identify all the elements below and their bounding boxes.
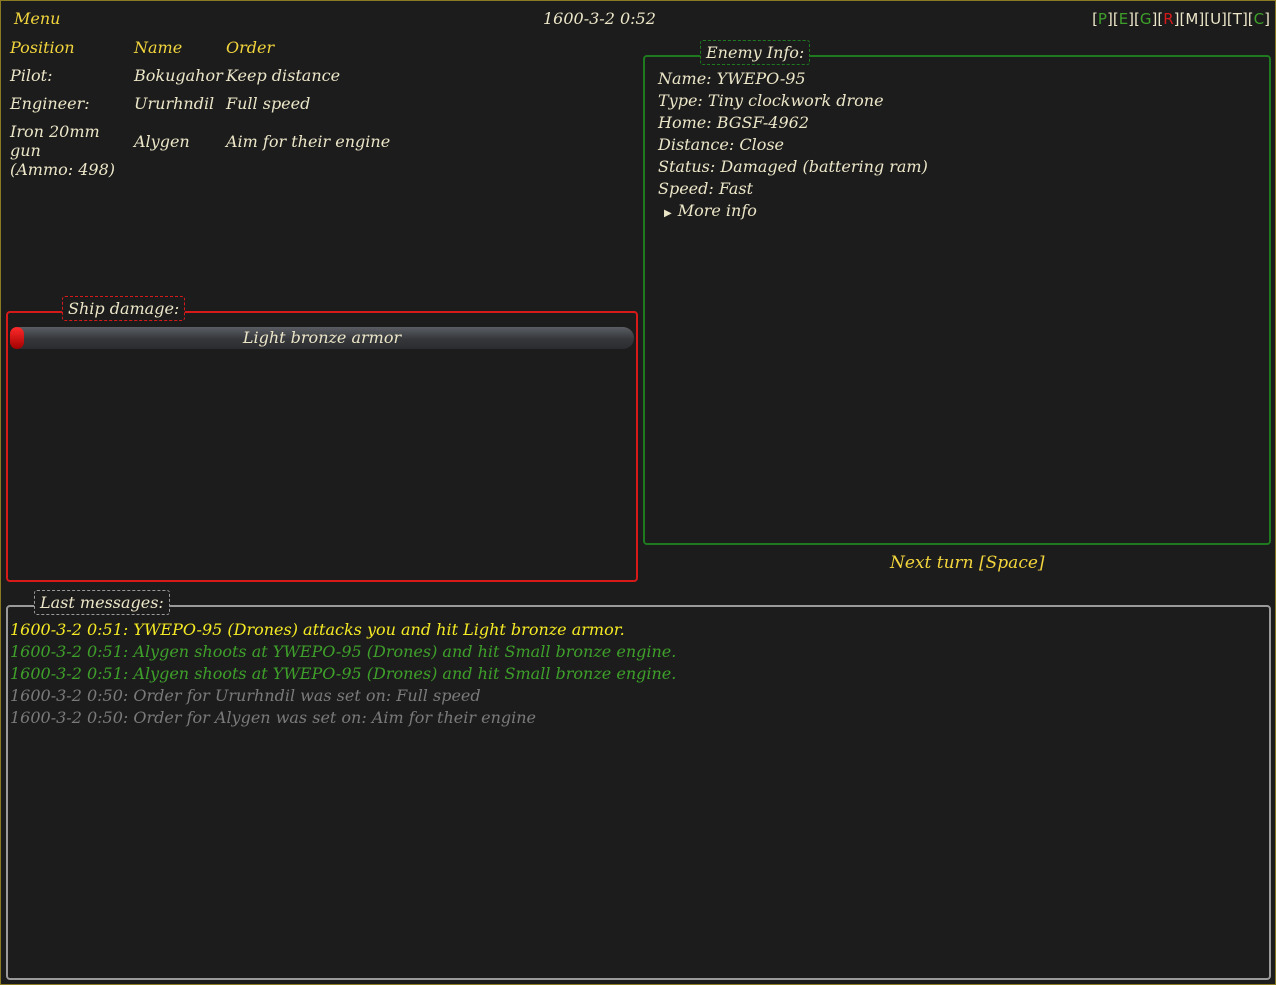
hotkey-u-button[interactable]: U (1210, 10, 1221, 28)
column-header-name: Name (134, 38, 183, 57)
next-turn-button[interactable]: Next turn [Space] (890, 553, 1045, 573)
game-datetime: 1600-3-2 0:52 (543, 9, 656, 28)
message-item: 1600-3-2 0:50: Order for Alygen was set … (10, 708, 537, 727)
gun-ammo: (Ammo: 498) (10, 160, 116, 179)
top-hotkeys: [P][E][G][R][M][U][T][C] (1092, 10, 1270, 28)
more-info-label: More info (677, 201, 757, 220)
menu-button[interactable]: Menu (14, 9, 60, 28)
hotkey-c-button[interactable]: C (1254, 10, 1264, 28)
crew-order-link[interactable]: Keep distance (226, 66, 426, 85)
column-header-position: Position (10, 38, 75, 57)
more-info-toggle[interactable]: ▶ More info (658, 200, 928, 225)
module-name-label: Light bronze armor (242, 328, 402, 347)
crew-order-link[interactable]: Aim for their engine (226, 132, 426, 151)
crew-name-link[interactable]: Ururhndil (134, 94, 224, 113)
expand-triangle-icon: ▶ (664, 208, 672, 219)
hotkey-m-button[interactable]: M (1185, 10, 1198, 28)
message-item: 1600-3-2 0:51: Alygen shoots at YWEPO-95… (10, 642, 677, 661)
enemy-type: Type: Tiny clockwork drone (658, 91, 884, 110)
hotkey-engineer-button[interactable]: E (1119, 10, 1128, 28)
hotkey-t-button[interactable]: T (1233, 10, 1242, 28)
message-item: 1600-3-2 0:50: Order for Ururhndil was s… (10, 686, 481, 705)
module-damage-bar[interactable]: Light bronze armor (10, 327, 634, 349)
crew-position: Engineer: (10, 94, 90, 113)
last-messages-title: Last messages: (34, 590, 170, 615)
last-messages-panel: Last messages: 1600-3-2 0:51: YWEPO-95 (… (6, 590, 1271, 980)
message-item: 1600-3-2 0:51: YWEPO-95 (Drones) attacks… (10, 620, 625, 639)
crew-name-link[interactable]: Alygen (134, 132, 224, 151)
column-header-order: Order (226, 38, 275, 57)
message-item: 1600-3-2 0:51: Alygen shoots at YWEPO-95… (10, 664, 677, 683)
enemy-info-lines: Name: YWEPO-95 Type: Tiny clockwork dron… (658, 68, 928, 225)
enemy-info-title: Enemy Info: (700, 40, 811, 65)
crew-order-link[interactable]: Full speed (226, 94, 426, 113)
enemy-info-panel: Enemy Info: Name: YWEPO-95 Type: Tiny cl… (643, 40, 1271, 545)
enemy-name: Name: YWEPO-95 (658, 69, 806, 88)
crew-position: Iron 20mm gun (Ammo: 498) (10, 122, 132, 179)
enemy-status: Status: Damaged (battering ram) (658, 157, 928, 176)
ship-damage-panel: Ship damage: Light bronze armor (6, 296, 638, 582)
message-list: 1600-3-2 0:51: YWEPO-95 (Drones) attacks… (10, 619, 676, 729)
hotkey-gunner-button[interactable]: G (1140, 10, 1152, 28)
crew-name-link[interactable]: Bokugahor (134, 66, 224, 85)
hotkey-repair-button[interactable]: R (1163, 10, 1173, 28)
enemy-home: Home: BGSF-4962 (658, 113, 810, 132)
enemy-distance: Distance: Close (658, 135, 785, 154)
ship-damage-title: Ship damage: (62, 296, 186, 321)
crew-position: Pilot: (10, 66, 53, 85)
enemy-speed: Speed: Fast (658, 179, 754, 198)
gun-name: Iron 20mm gun (10, 122, 100, 160)
hotkey-pilot-button[interactable]: P (1098, 10, 1107, 28)
